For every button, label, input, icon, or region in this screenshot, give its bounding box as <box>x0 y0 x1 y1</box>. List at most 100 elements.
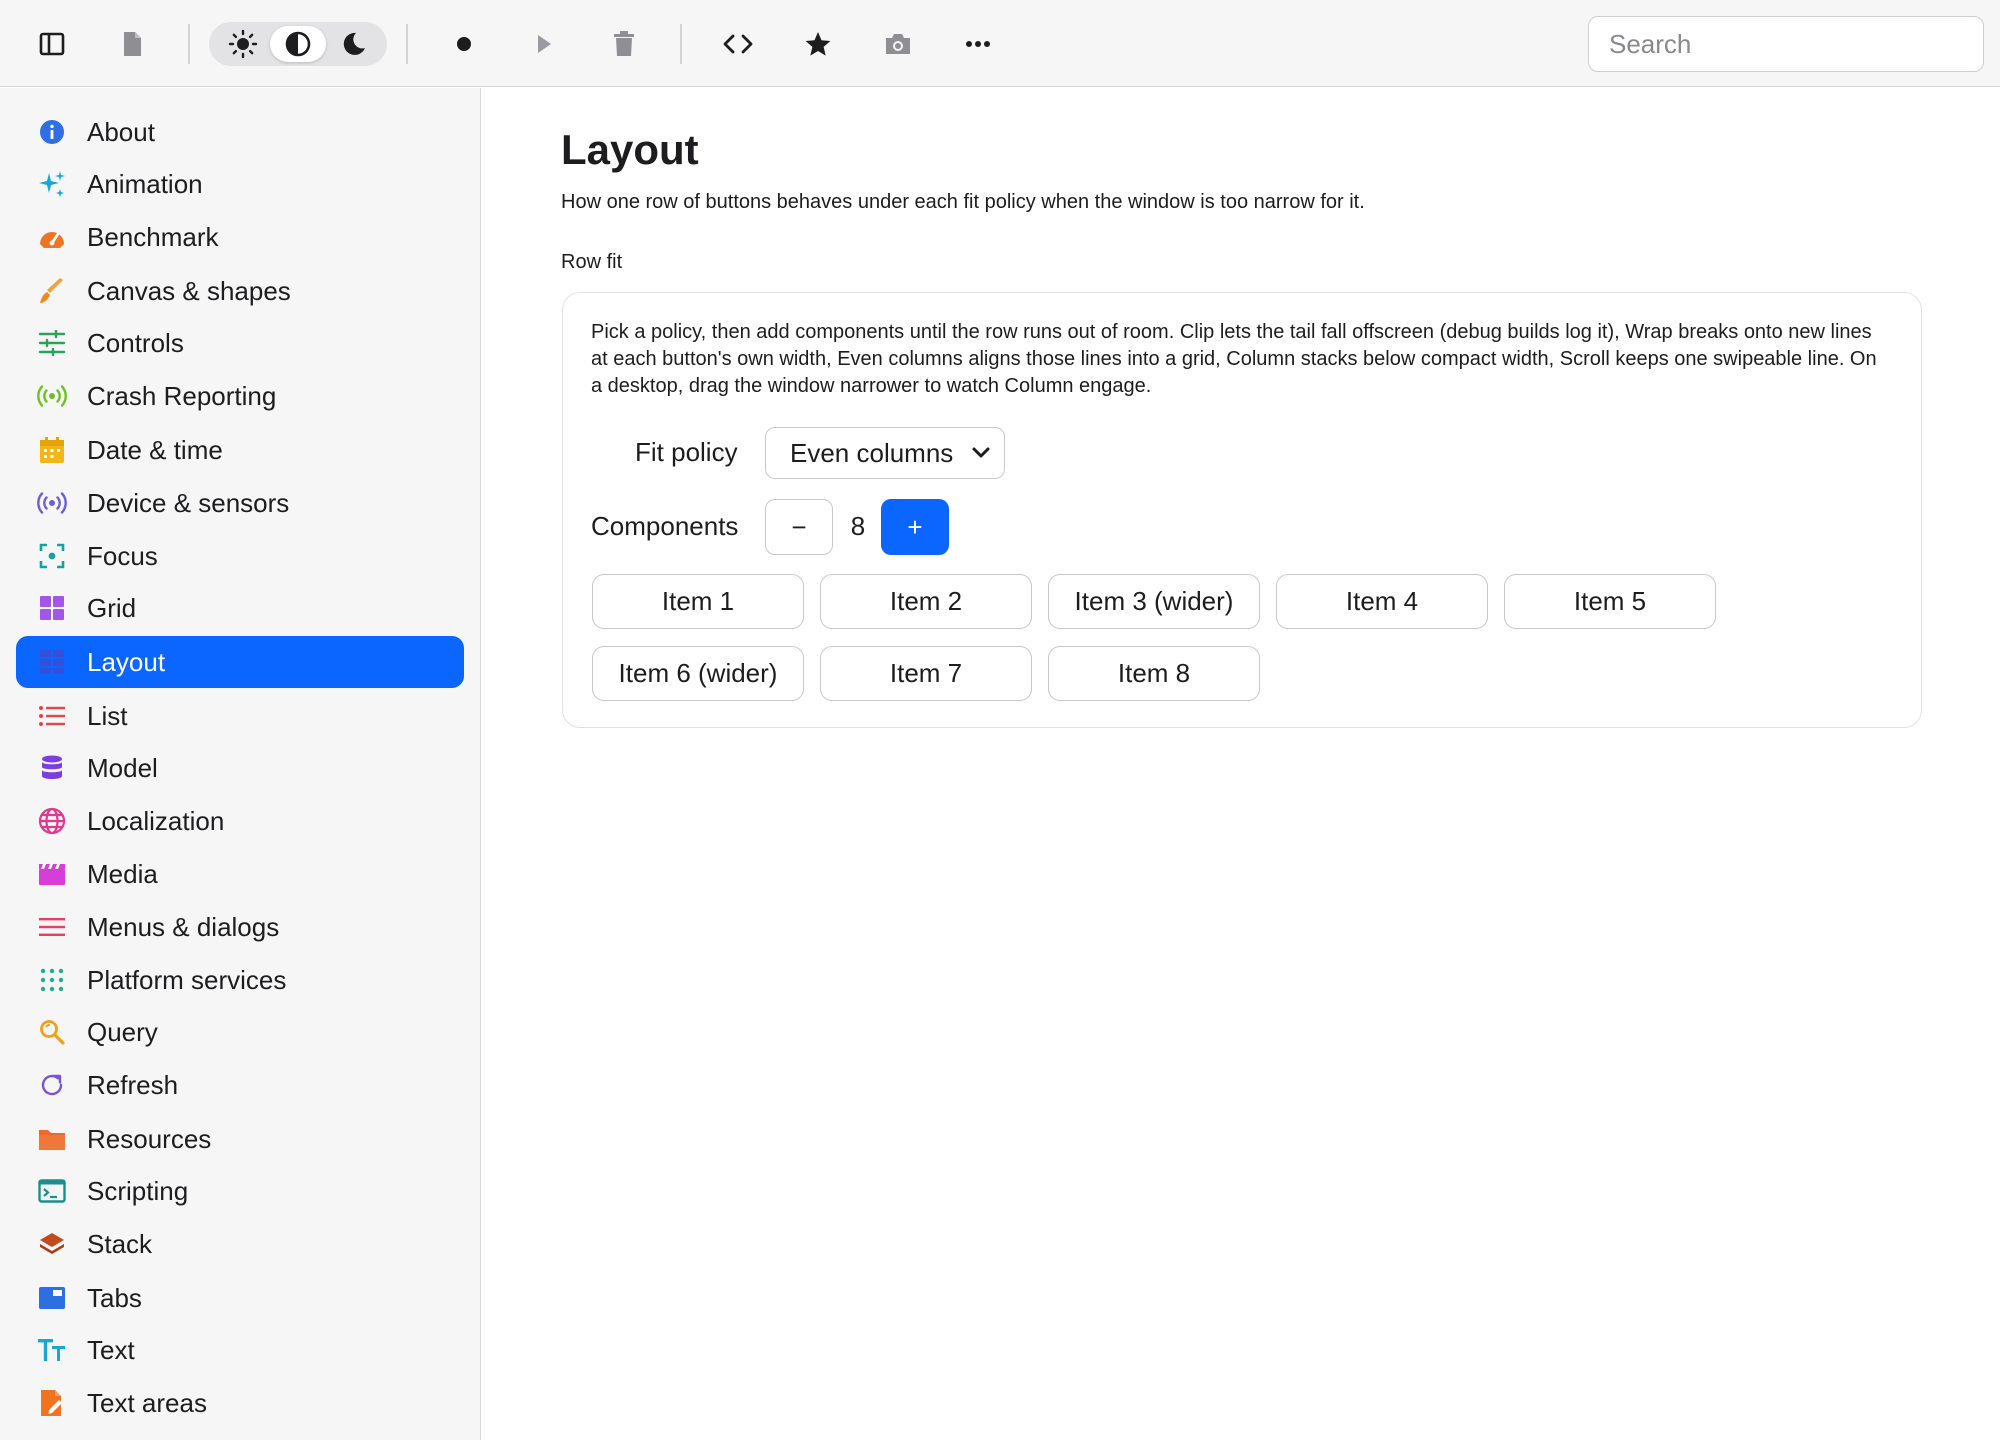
item-button[interactable]: Item 7 <box>820 646 1032 701</box>
search-input[interactable] <box>1588 16 1984 72</box>
chevron-down-icon <box>972 447 990 458</box>
theme-light-option[interactable] <box>215 26 271 62</box>
sidebar-item-crash-reporting[interactable]: Crash Reporting <box>16 370 464 422</box>
dots-grid-icon <box>37 965 67 995</box>
sidebar-item-model[interactable]: Model <box>16 742 464 794</box>
fit-policy-select[interactable]: Even columns <box>765 427 1005 479</box>
focus-icon <box>37 541 67 571</box>
page-subtitle: How one row of buttons behaves under eac… <box>561 191 1365 213</box>
sidebar-item-label: Menus & dialogs <box>87 911 280 942</box>
item-button[interactable]: Item 6 (wider) <box>592 646 804 701</box>
sidebar-item-date-time[interactable]: Date & time <box>16 424 464 476</box>
toolbar-separator <box>406 24 408 64</box>
document-button[interactable] <box>108 20 156 68</box>
item-button[interactable]: Item 5 <box>1504 574 1716 629</box>
item-button[interactable]: Item 3 (wider) <box>1048 574 1260 629</box>
sidebar-item-label: Text <box>87 1334 135 1365</box>
refresh-icon <box>37 1070 67 1100</box>
sidebar-item-localization[interactable]: Localization <box>16 795 464 847</box>
sidebar-item-label: Layout <box>87 646 166 677</box>
section-label: Row fit <box>561 251 623 273</box>
theme-system-option[interactable] <box>270 26 326 62</box>
sidebar-item-label: Resources <box>87 1123 212 1154</box>
sidebar-item-label: Benchmark <box>87 221 219 252</box>
text-icon <box>37 1335 67 1365</box>
toolbar-separator <box>188 24 190 64</box>
terminal-icon <box>37 1176 67 1206</box>
sidebar-item-controls[interactable]: Controls <box>16 317 464 369</box>
sidebar-item-device-sensors[interactable]: Device & sensors <box>16 477 464 529</box>
sidebar-item-label: Stack <box>87 1228 153 1259</box>
components-label: Components <box>591 511 739 541</box>
sidebar-item-label: Media <box>87 858 158 889</box>
sidebar-item-benchmark[interactable]: Benchmark <box>16 211 464 263</box>
code-icon <box>723 34 753 54</box>
code-button[interactable] <box>714 20 762 68</box>
sidebar-item-resources[interactable]: Resources <box>16 1113 464 1165</box>
sidebar-item-platform-services[interactable]: Platform services <box>16 954 464 1006</box>
sidebar-item-stack[interactable]: Stack <box>16 1218 464 1270</box>
sidebar-item-refresh[interactable]: Refresh <box>16 1059 464 1111</box>
sidebar-toggle-button[interactable] <box>28 20 76 68</box>
sidebar: About Animation Benchmark Canvas & shape… <box>0 88 481 1440</box>
decrement-button[interactable]: − <box>765 499 833 555</box>
play-icon <box>538 35 551 53</box>
page-title: Layout <box>561 126 699 173</box>
record-button[interactable] <box>440 20 488 68</box>
sidebar-item-text-areas[interactable]: Text areas <box>16 1377 464 1429</box>
theme-dark-option[interactable] <box>325 26 381 62</box>
sidebar-icon <box>39 32 65 56</box>
sidebar-item-query[interactable]: Query <box>16 1006 464 1058</box>
item-button[interactable]: Item 4 <box>1276 574 1488 629</box>
theme-segmented-control <box>209 22 387 66</box>
globe-icon <box>37 806 67 836</box>
delete-button[interactable] <box>600 20 648 68</box>
sidebar-item-grid[interactable]: Grid <box>16 582 464 634</box>
sidebar-item-label: Tabs <box>87 1282 142 1313</box>
sidebar-item-scripting[interactable]: Scripting <box>16 1165 464 1217</box>
sidebar-item-media[interactable]: Media <box>16 848 464 900</box>
sidebar-item-label: Device & sensors <box>87 487 290 518</box>
card-description: Pick a policy, then add components until… <box>591 321 1877 397</box>
sidebar-item-focus[interactable]: Focus <box>16 530 464 582</box>
menu-icon <box>37 912 67 942</box>
sidebar-item-label: About <box>87 116 155 147</box>
clapper-icon <box>37 859 67 889</box>
sidebar-item-canvas-shapes[interactable]: Canvas & shapes <box>16 265 464 317</box>
sidebar-item-menus-dialogs[interactable]: Menus & dialogs <box>16 901 464 953</box>
toolbar <box>0 0 2000 87</box>
toolbar-separator <box>680 24 682 64</box>
document-icon <box>124 32 141 56</box>
sidebar-item-layout[interactable]: Layout <box>16 636 464 688</box>
more-icon <box>966 41 990 47</box>
sidebar-item-list[interactable]: List <box>16 690 464 742</box>
item-button[interactable]: Item 1 <box>592 574 804 629</box>
sparkles-icon <box>37 169 67 199</box>
sidebar-item-animation[interactable]: Animation <box>16 158 464 210</box>
sidebar-item-label: Date & time <box>87 434 223 465</box>
screenshot-button[interactable] <box>874 20 922 68</box>
stack-icon <box>37 1229 67 1259</box>
sidebar-item-label: Text areas <box>87 1387 207 1418</box>
item-button[interactable]: Item 2 <box>820 574 1032 629</box>
sidebar-item-label: Query <box>87 1016 158 1047</box>
folder-icon <box>37 1124 67 1154</box>
sidebar-item-label: Scripting <box>87 1175 189 1206</box>
calendar-icon <box>37 435 67 465</box>
sidebar-item-label: Model <box>87 752 158 783</box>
increment-button[interactable]: + <box>881 499 949 555</box>
sidebar-item-about[interactable]: About <box>16 106 464 158</box>
sidebar-item-tabs[interactable]: Tabs <box>16 1272 464 1324</box>
more-button[interactable] <box>954 20 1002 68</box>
play-button[interactable] <box>520 20 568 68</box>
item-button[interactable]: Item 8 <box>1048 646 1260 701</box>
row-fit-card: Pick a policy, then add components until… <box>562 292 1922 728</box>
tabs-icon <box>37 1283 67 1313</box>
broadcast-icon <box>37 381 67 411</box>
sidebar-item-text[interactable]: Text <box>16 1324 464 1376</box>
database-icon <box>37 753 67 783</box>
info-icon <box>37 117 67 147</box>
sidebar-item-label: List <box>87 700 128 731</box>
favorite-button[interactable] <box>794 20 842 68</box>
components-count: 8 <box>850 511 866 541</box>
